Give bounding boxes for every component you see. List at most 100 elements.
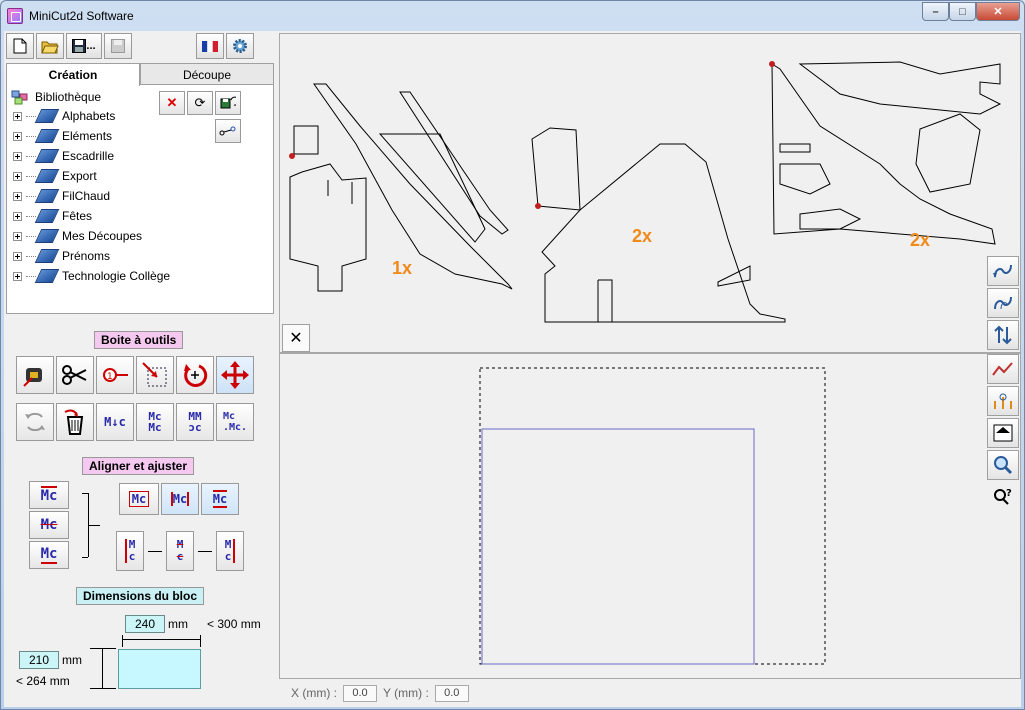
dimensions-label: Dimensions du bloc [76,587,205,605]
block-outline [481,428,755,665]
folder-book-icon [34,189,60,203]
start-point-icon: 1 [103,368,128,382]
new-button[interactable] [6,33,34,59]
shape-outline [771,63,996,245]
fit-both-button[interactable]: Mc [119,483,159,515]
tree-item-prenoms[interactable]: Prénoms [13,247,110,265]
frame-tool-button[interactable] [987,418,1019,448]
transfer-down-icon [993,264,1012,278]
library-icon [11,90,28,105]
open-folder-icon [41,41,59,53]
title-bar: MiniCut2d Software – □ ✕ [1,1,1024,31]
mc-align-right-icon: Mc [225,539,236,563]
save-button[interactable] [104,33,132,59]
tree-item-export[interactable]: Export [13,167,97,185]
expand-icon[interactable] [13,191,22,201]
heat-tool-button[interactable] [987,386,1019,416]
align-middle-button[interactable]: Mc [29,511,69,539]
refresh-button[interactable]: ⟳ [187,91,213,115]
align-top-button[interactable]: Mc [29,481,69,509]
language-button[interactable] [196,33,224,59]
shapes-canvas[interactable]: 1x 2x 2x [280,34,1020,352]
tree-item-filchaud[interactable]: FilChaud [13,187,110,205]
mc-align-left-icon: Mc [124,539,135,563]
toolbox-label: Boite à outils [94,331,184,349]
mc-join-icon: Mc .Mc. [222,411,248,433]
plate-canvas[interactable] [280,354,1020,678]
folder-book-icon [34,269,60,283]
align-bottom-button[interactable]: Mc [29,541,69,569]
duplicate-tool-button[interactable]: Mc Mc [136,403,174,441]
maximize-button[interactable]: □ [949,2,976,21]
tree-root[interactable]: Bibliothèque [11,89,101,105]
expand-icon[interactable] [13,151,22,161]
height-input[interactable]: 210 [19,651,59,669]
save-as-button[interactable]: ... [66,33,102,59]
tree-item-alphabets[interactable]: Alphabets [13,107,115,125]
zoom-help-button[interactable]: ? [987,482,1019,512]
tree-item-escadrille[interactable]: Escadrille [13,147,114,165]
width-input[interactable]: 240 [125,615,165,633]
settings-button[interactable] [226,33,254,59]
tab-decoupe[interactable]: Découpe [140,63,274,85]
align-center-button[interactable]: Mc [166,531,194,571]
undo-redo-icon [25,412,45,432]
tree-item-label: Export [62,169,97,183]
shape-outline [798,61,1002,115]
move-tool-button[interactable] [216,356,254,394]
undo-redo-button[interactable] [16,403,54,441]
rotate-tool-button[interactable] [176,356,214,394]
link-button[interactable] [215,119,241,143]
close-button[interactable]: ✕ [976,2,1020,21]
scissors-icon [62,365,87,385]
start-point-marker [535,203,541,209]
expand-icon[interactable] [13,251,22,261]
symmetry-tool-button[interactable]: MM ɔc [176,403,214,441]
minimize-button[interactable]: – [922,2,949,21]
tree-item-label: FilChaud [62,189,111,203]
add-copy-button[interactable] [987,288,1019,318]
zoom-button[interactable] [987,450,1019,480]
red-cross-icon: ✕ [166,95,178,110]
shape-outline [597,279,613,322]
measure-tool-button[interactable] [16,356,54,394]
frame-icon [993,424,1013,442]
refresh-icon: ⟳ [194,95,206,110]
close-preview-button[interactable]: ✕ [282,324,310,352]
expand-icon[interactable] [13,271,22,281]
expand-icon[interactable] [13,231,22,241]
add-to-plate-button[interactable] [987,256,1019,286]
join-tool-button[interactable]: Mc .Mc. [216,403,254,441]
tree-item-elements[interactable]: Eléments [13,127,112,145]
fit-width-button[interactable]: Mc [161,483,199,515]
delete-tool-button[interactable] [56,403,94,441]
height-limit: < 264 mm [16,674,70,688]
expand-icon[interactable] [13,111,22,121]
path-tool-button[interactable] [987,354,1019,384]
expand-icon[interactable] [13,131,22,141]
cut-tool-button[interactable] [56,356,94,394]
align-left-button[interactable]: Mc [116,531,144,571]
expand-icon[interactable] [13,171,22,181]
tab-creation[interactable]: Création [6,63,140,86]
tree-item-mes-decoupes[interactable]: Mes Découpes [13,227,142,245]
align-right-button[interactable]: Mc [216,531,244,571]
trash-icon [64,409,84,435]
start-point-tool-button[interactable]: 1 [96,356,134,394]
open-button[interactable] [36,33,64,59]
swap-button[interactable] [987,320,1019,350]
mirror-tool-button[interactable]: M↓c [96,403,134,441]
delete-item-button[interactable]: ✕ [159,91,185,115]
save-to-library-button[interactable] [215,91,241,115]
select-tool-button[interactable] [136,356,174,394]
mc-duplicate-icon: Mc Mc [148,410,162,434]
magnifier-icon [994,456,1013,475]
start-point-marker [769,61,775,67]
app-icon [7,8,23,24]
shape-outline [779,143,831,195]
tree-item-fetes[interactable]: Fêtes [13,207,92,225]
height-unit: mm [62,653,82,667]
expand-icon[interactable] [13,211,22,221]
tree-item-technologie-college[interactable]: Technologie Collège [13,267,170,285]
fit-height-button[interactable]: Mc [201,483,239,515]
